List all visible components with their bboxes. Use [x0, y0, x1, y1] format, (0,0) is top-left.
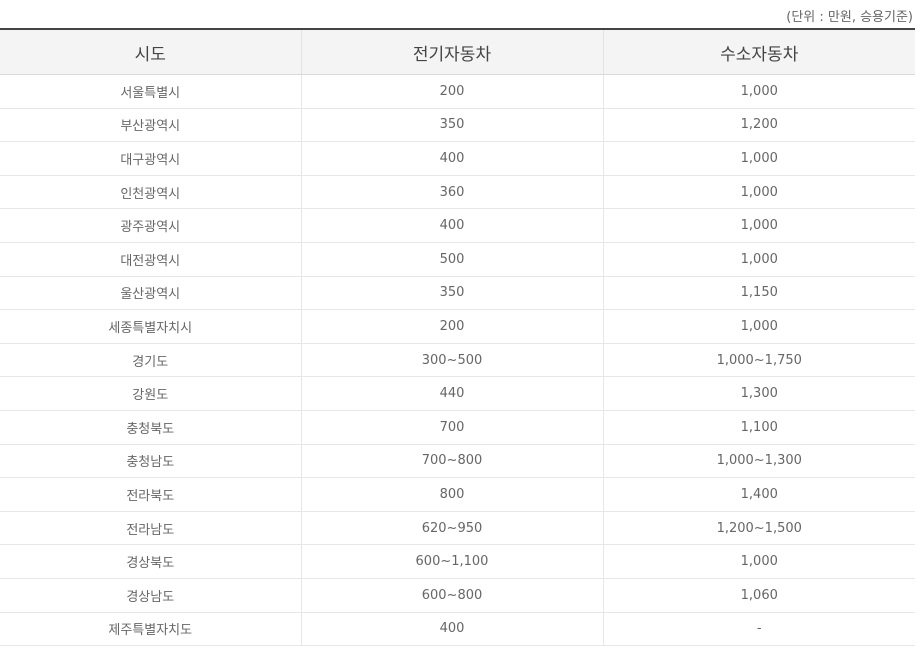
cell-electric-vehicle: 620~950 [300, 511, 603, 546]
cell-region: 강원도 [0, 376, 301, 411]
header-hydrogen-vehicle: 수소자동차 [602, 28, 915, 75]
table-row: 세종특별자치시 200 1,000 [0, 309, 915, 344]
cell-hydrogen-vehicle: 1,200 [602, 108, 915, 143]
cell-electric-vehicle: 400 [300, 141, 603, 176]
cell-hydrogen-vehicle: 1,150 [602, 276, 915, 311]
table-row: 경상남도 600~800 1,060 [0, 578, 915, 613]
table-row: 부산광역시 350 1,200 [0, 108, 915, 143]
cell-region: 경상남도 [0, 578, 301, 613]
cell-hydrogen-vehicle: - [602, 612, 915, 647]
cell-region: 경상북도 [0, 544, 301, 579]
cell-region: 전라남도 [0, 511, 301, 546]
table-row: 충청남도 700~800 1,000~1,300 [0, 444, 915, 479]
cell-region: 세종특별자치시 [0, 309, 301, 344]
cell-region: 대구광역시 [0, 141, 301, 176]
cell-hydrogen-vehicle: 1,200~1,500 [602, 511, 915, 546]
table-row: 경상북도 600~1,100 1,000 [0, 544, 915, 579]
cell-hydrogen-vehicle: 1,000 [602, 175, 915, 210]
unit-note: (단위 : 만원, 승용기준) [786, 10, 913, 25]
cell-region: 충청북도 [0, 410, 301, 445]
cell-electric-vehicle: 700 [300, 410, 603, 445]
cell-region: 대전광역시 [0, 242, 301, 277]
cell-region: 충청남도 [0, 444, 301, 479]
header-electric-vehicle: 전기자동차 [300, 28, 603, 75]
cell-electric-vehicle: 400 [300, 612, 603, 647]
table-row: 전라남도 620~950 1,200~1,500 [0, 511, 915, 546]
table-row: 울산광역시 350 1,150 [0, 276, 915, 311]
cell-region: 부산광역시 [0, 108, 301, 143]
table-row: 대전광역시 500 1,000 [0, 242, 915, 277]
cell-electric-vehicle: 200 [300, 74, 603, 109]
table-row: 경기도 300~500 1,000~1,750 [0, 343, 915, 378]
table-row: 전라북도 800 1,400 [0, 477, 915, 512]
cell-region: 전라북도 [0, 477, 301, 512]
cell-electric-vehicle: 600~1,100 [300, 544, 603, 579]
cell-hydrogen-vehicle: 1,000 [602, 242, 915, 277]
cell-hydrogen-vehicle: 1,000 [602, 309, 915, 344]
table-row: 제주특별자치도 400- [0, 612, 915, 647]
cell-hydrogen-vehicle: 1,060 [602, 578, 915, 613]
cell-region: 울산광역시 [0, 276, 301, 311]
cell-electric-vehicle: 300~500 [300, 343, 603, 378]
header-row: 시도 전기자동차 수소자동차 [0, 28, 915, 75]
cell-hydrogen-vehicle: 1,000~1,750 [602, 343, 915, 378]
cell-region: 경기도 [0, 343, 301, 378]
cell-hydrogen-vehicle: 1,300 [602, 376, 915, 411]
table-row: 광주광역시 400 1,000 [0, 208, 915, 243]
cell-electric-vehicle: 400 [300, 208, 603, 243]
cell-region: 인천광역시 [0, 175, 301, 210]
cell-hydrogen-vehicle: 1,000 [602, 141, 915, 176]
table-row: 서울특별시 200 1,000 [0, 74, 915, 109]
cell-region: 제주특별자치도 [0, 612, 301, 647]
cell-region: 서울특별시 [0, 74, 301, 109]
header-region: 시도 [0, 28, 301, 75]
table-row: 충청북도 700 1,100 [0, 410, 915, 445]
cell-hydrogen-vehicle: 1,000 [602, 74, 915, 109]
cell-electric-vehicle: 700~800 [300, 444, 603, 479]
table-row: 대구광역시 400 1,000 [0, 141, 915, 176]
cell-electric-vehicle: 350 [300, 276, 603, 311]
cell-region: 광주광역시 [0, 208, 301, 243]
table-row: 인천광역시 360 1,000 [0, 175, 915, 210]
cell-electric-vehicle: 200 [300, 309, 603, 344]
cell-electric-vehicle: 440 [300, 376, 603, 411]
cell-hydrogen-vehicle: 1,000~1,300 [602, 444, 915, 479]
subsidy-table: 시도 전기자동차 수소자동차 서울특별시 200 1,000 부산광역시 350 1,20… [0, 28, 915, 647]
cell-hydrogen-vehicle: 1,400 [602, 477, 915, 512]
cell-hydrogen-vehicle: 1,000 [602, 208, 915, 243]
cell-electric-vehicle: 360 [300, 175, 603, 210]
subsidy-table-container: 시도 전기자동차 수소자동차 서울특별시 200 1,000 부산광역시 350 1,20… [0, 28, 915, 647]
cell-electric-vehicle: 800 [300, 477, 603, 512]
table-row: 강원도 440 1,300 [0, 376, 915, 411]
table-header: 시도 전기자동차 수소자동차 [0, 28, 915, 75]
cell-hydrogen-vehicle: 1,100 [602, 410, 915, 445]
cell-hydrogen-vehicle: 1,000 [602, 544, 915, 579]
table-body: 서울특별시 200 1,000 부산광역시 350 1,200 대구광역시 400 1,000 인… [0, 74, 915, 647]
cell-electric-vehicle: 350 [300, 108, 603, 143]
cell-electric-vehicle: 500 [300, 242, 603, 277]
cell-electric-vehicle: 600~800 [300, 578, 603, 613]
